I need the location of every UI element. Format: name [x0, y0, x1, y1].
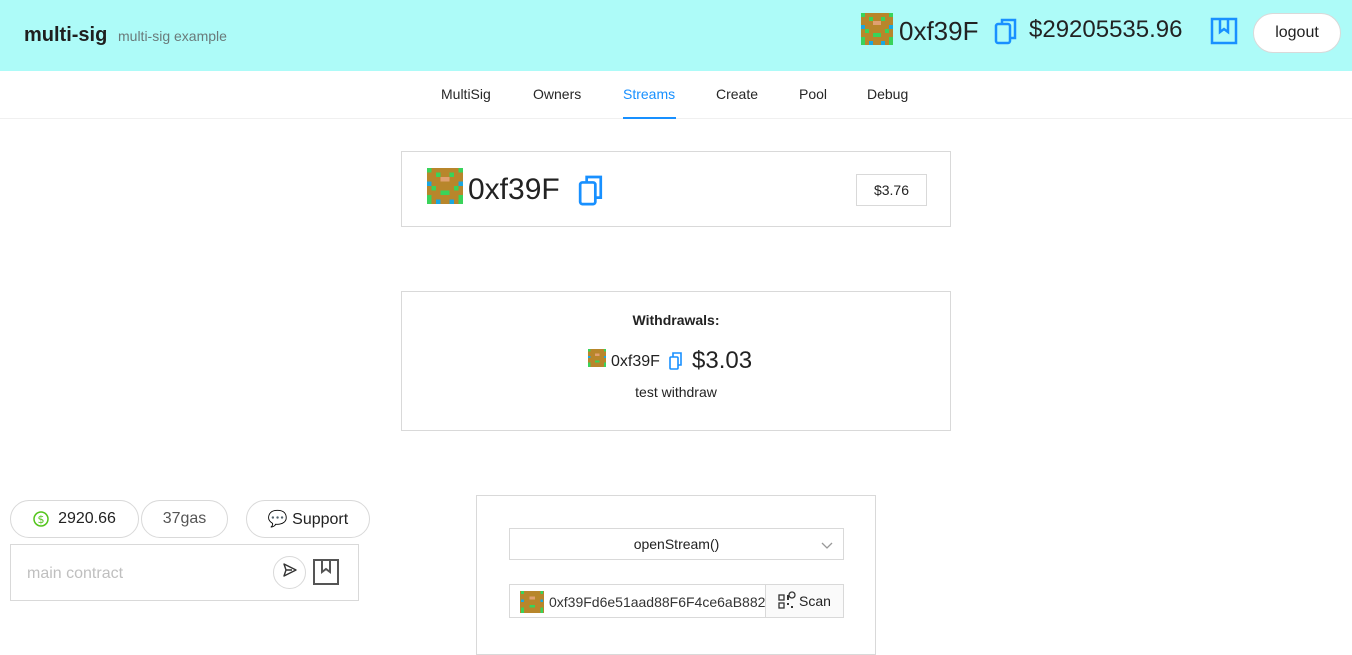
app-subtitle: multi-sig example	[118, 28, 227, 44]
svg-text:$: $	[38, 513, 45, 526]
copy-address-icon[interactable]	[669, 352, 683, 370]
contract-placeholder: main contract	[27, 565, 124, 582]
stream-form-card: openStream() 0xf39Fd6e51aad88F6F4ce6aB88…	[476, 495, 876, 655]
wallet-icon[interactable]	[313, 559, 339, 585]
logout-button[interactable]: logout	[1253, 13, 1341, 53]
method-select-value: openStream()	[633, 536, 720, 552]
contract-selector[interactable]: main contract	[10, 544, 359, 601]
avatar-blockie-icon	[520, 591, 544, 613]
tab-multisig[interactable]: MultiSig	[441, 86, 491, 102]
withdrawals-title: Withdrawals:	[632, 312, 720, 328]
avatar-blockie-icon	[427, 168, 463, 204]
header-address[interactable]: 0xf39F	[899, 16, 979, 47]
copy-address-icon[interactable]	[578, 173, 604, 207]
tab-owners[interactable]: Owners	[533, 86, 581, 102]
address-input-value: 0xf39Fd6e51aad88F6F4ce6aB8827279cffFb922…	[549, 594, 766, 610]
app-header: multi-sig multi-sig example 0xf39F $2920…	[0, 0, 1352, 71]
app-title[interactable]: multi-sig	[24, 24, 107, 47]
gas-price-pill[interactable]: 37gas	[141, 500, 228, 538]
withdrawal-amount: $3.03	[692, 347, 753, 374]
eth-balance-value: 2920.66	[58, 510, 116, 527]
eth-balance-pill[interactable]: $ 2920.66	[10, 500, 139, 538]
tab-pool[interactable]: Pool	[799, 86, 827, 102]
scan-button[interactable]: Scan	[765, 584, 844, 618]
copy-address-icon[interactable]	[994, 17, 1018, 45]
dollar-icon: $	[33, 511, 49, 527]
send-icon	[282, 562, 298, 583]
avatar-blockie-icon	[588, 349, 606, 367]
account-card: 0xf39F $3.76	[401, 151, 951, 227]
main-nav: MultiSig Owners Streams Create Pool Debu…	[0, 71, 1352, 119]
chevron-down-icon	[821, 538, 833, 550]
account-balance-button[interactable]: $3.76	[856, 174, 927, 206]
tab-create[interactable]: Create	[716, 86, 758, 102]
support-button[interactable]: 💬 Support	[246, 500, 370, 538]
withdrawals-card: Withdrawals: 0xf39F $3.03 test withdraw	[401, 291, 951, 431]
active-tab-indicator	[623, 117, 676, 119]
address-input[interactable]: 0xf39Fd6e51aad88F6F4ce6aB8827279cffFb922…	[509, 584, 766, 618]
account-address[interactable]: 0xf39F	[468, 173, 560, 207]
withdrawal-address[interactable]: 0xf39F	[611, 353, 660, 371]
send-button[interactable]	[273, 556, 306, 589]
header-balance[interactable]: $29205535.96	[1029, 16, 1183, 44]
withdrawal-note: test withdraw	[635, 384, 717, 400]
wallet-icon[interactable]	[1210, 17, 1238, 45]
avatar-blockie-icon	[861, 13, 893, 45]
tab-debug[interactable]: Debug	[867, 86, 908, 102]
method-select[interactable]: openStream()	[509, 528, 844, 560]
scan-label: Scan	[799, 593, 831, 609]
qr-code-icon	[778, 590, 796, 612]
tab-streams[interactable]: Streams	[623, 86, 675, 102]
